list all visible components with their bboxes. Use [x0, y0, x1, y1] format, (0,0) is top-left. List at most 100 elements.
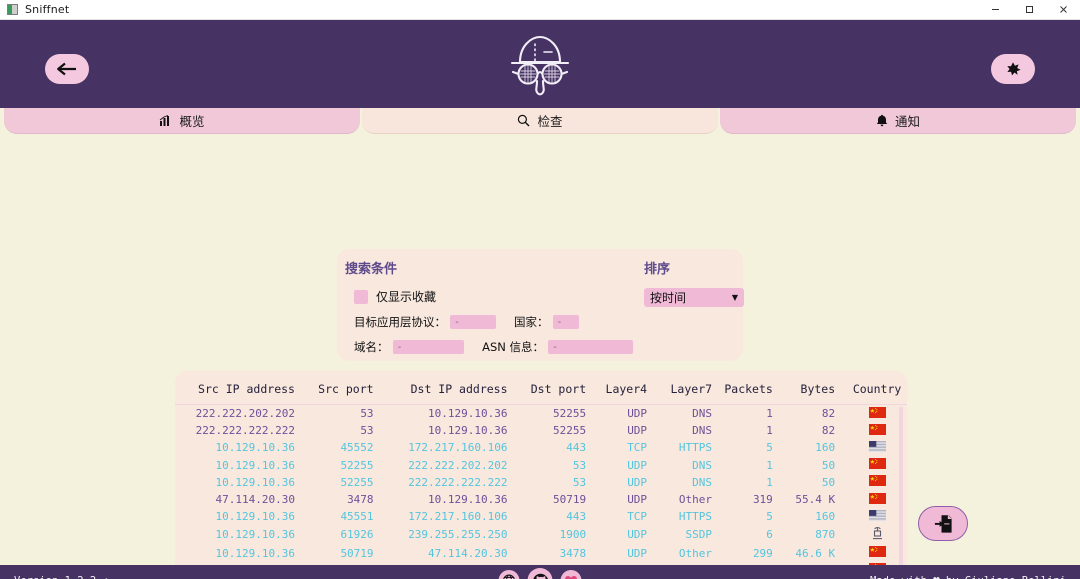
sort-selected-value: 按时间: [650, 291, 687, 305]
table-scroll-area[interactable]: Src IP address Src port Dst IP address D…: [175, 371, 907, 579]
col-header-packets[interactable]: Packets: [718, 371, 787, 405]
cell-bytes: 160: [815, 441, 836, 455]
table-row[interactable]: 47.114.20.30 3478 10.129.10.36 50719 UDP Othe…: [175, 491, 907, 508]
cell-src-port: 53: [360, 424, 374, 438]
cell-dst-port: 443: [566, 510, 587, 524]
col-header-layer7[interactable]: Layer7: [655, 371, 719, 405]
website-icon[interactable]: [498, 570, 520, 579]
cell-packets: 1: [766, 407, 773, 421]
cell-src-ip: 10.129.10.36: [215, 528, 295, 542]
close-button[interactable]: [1046, 0, 1080, 19]
back-button[interactable]: [45, 54, 89, 84]
save-to-file-icon: [934, 514, 952, 533]
cell-src-port: 45551: [340, 510, 374, 524]
table-row[interactable]: 222.222.222.222 53 10.129.10.36 52255 UDP DNS…: [175, 422, 907, 439]
col-header-src-ip[interactable]: Src IP address: [175, 371, 311, 405]
col-header-bytes[interactable]: Bytes: [786, 371, 848, 405]
table-row[interactable]: 10.129.10.36 52255 222.222.202.202 53 UDP DNS…: [175, 457, 907, 474]
tab-inspect-label: 检查: [537, 114, 563, 129]
export-to-file-button[interactable]: [918, 506, 968, 541]
cell-dst-port: 52255: [553, 424, 587, 438]
cell-layer7: DNS: [692, 458, 713, 472]
chart-icon: [159, 114, 172, 127]
app-protocol-input[interactable]: -: [450, 315, 496, 329]
table-row[interactable]: 10.129.10.36 50719 47.114.20.30 3478 UDP Othe…: [175, 545, 907, 562]
tab-inspect[interactable]: 检查: [362, 108, 718, 134]
asn-input[interactable]: -: [548, 340, 633, 354]
cell-src-ip: 10.129.10.36: [215, 475, 295, 489]
cell-src-port: 3478: [347, 493, 374, 507]
cell-src-port: 50719: [340, 546, 374, 560]
tab-notifications[interactable]: 通知: [720, 108, 1076, 134]
flag-cn-icon: [868, 406, 886, 418]
app-icon: [7, 4, 18, 15]
country-input[interactable]: -: [552, 315, 579, 329]
only-favorites-row[interactable]: 仅显示收藏: [354, 288, 633, 305]
window-controls: [978, 0, 1080, 19]
col-header-country[interactable]: Country: [847, 371, 907, 405]
cell-src-ip: 222.222.202.202: [195, 407, 295, 421]
cell-dst-port: 53: [572, 475, 587, 489]
settings-button[interactable]: [991, 54, 1035, 84]
tab-overview-label: 概览: [179, 114, 205, 129]
table-row[interactable]: 10.129.10.36 52255 222.222.222.222 53 UDP DNS…: [175, 474, 907, 491]
cell-src-port: 61926: [340, 528, 374, 542]
minimize-button[interactable]: [978, 0, 1012, 19]
cell-layer4: UDP: [627, 458, 648, 472]
maximize-button[interactable]: [1012, 0, 1046, 19]
cell-packets: 5: [766, 510, 773, 524]
table-scrollbar-thumb[interactable]: [899, 407, 903, 577]
cell-bytes: 50: [821, 475, 836, 489]
flag-cn-icon: [868, 492, 886, 504]
sort-title: 排序: [644, 262, 671, 277]
cell-layer7: Other: [678, 493, 713, 507]
tab-notifications-label: 通知: [894, 114, 920, 129]
footer-social-links: [498, 568, 582, 579]
cell-layer7: Other: [678, 546, 713, 560]
table-scrollbar[interactable]: [899, 407, 903, 579]
connections-table-card: Src IP address Src port Dst IP address D…: [175, 371, 907, 579]
cell-src-ip: 47.114.20.30: [215, 493, 295, 507]
cell-packets: 299: [752, 546, 773, 560]
github-icon[interactable]: [527, 568, 553, 579]
table-row[interactable]: 10.129.10.36 61926 239.255.255.250 1900 UDP S…: [175, 525, 907, 544]
domain-input[interactable]: -: [392, 340, 465, 354]
cell-bytes: 50: [821, 458, 836, 472]
sort-dropdown[interactable]: 按时间 ▼: [644, 288, 744, 307]
version-info: Version 1.2.2 ✔: [14, 575, 108, 579]
col-header-dst-ip[interactable]: Dst IP address: [387, 371, 524, 405]
flag-cn-icon: [868, 423, 886, 435]
cell-src-ip: 10.129.10.36: [215, 458, 295, 472]
search-conditions-section: 搜索条件 仅显示收藏 目标应用层协议： - 国家： - 域名： - ASN 信息…: [337, 249, 633, 361]
table-row[interactable]: 10.129.10.36 45552 172.217.160.106 443 TCP HT…: [175, 439, 907, 456]
cell-layer4: UDP: [627, 493, 648, 507]
cell-bytes: 55.4 K: [795, 493, 836, 507]
chevron-down-icon: ▼: [731, 293, 738, 302]
version-label: Version 1.2.2: [14, 575, 96, 579]
col-header-dst-port[interactable]: Dst port: [523, 371, 601, 405]
only-favorites-label: 仅显示收藏: [376, 290, 437, 304]
col-header-src-port[interactable]: Src port: [310, 371, 388, 405]
flag-cn-icon: [868, 475, 886, 487]
cell-src-port: 52255: [340, 475, 374, 489]
table-row[interactable]: 222.222.202.202 53 10.129.10.36 52255 UDP DNS…: [175, 405, 907, 423]
tab-overview[interactable]: 概览: [4, 108, 360, 134]
table-row[interactable]: 10.129.10.36 45551 172.217.160.106 443 TCP HT…: [175, 508, 907, 525]
cell-packets: 319: [752, 493, 773, 507]
cell-dst-port: 1900: [559, 528, 587, 542]
only-favorites-checkbox[interactable]: [354, 289, 368, 304]
cell-src-port: 52255: [340, 458, 374, 472]
sort-section: 排序 按时间 ▼: [633, 249, 744, 361]
cell-layer4: UDP: [627, 407, 648, 421]
cell-bytes: 82: [821, 424, 836, 438]
cell-dst-ip: 10.129.10.36: [428, 407, 508, 421]
cell-dst-ip: 172.217.160.106: [408, 441, 508, 455]
cell-layer4: UDP: [627, 424, 648, 438]
cell-bytes: 160: [815, 510, 836, 524]
cell-packets: 6: [766, 528, 773, 542]
cell-layer7: DNS: [692, 475, 713, 489]
sponsor-heart-icon[interactable]: [560, 570, 582, 579]
col-header-layer4[interactable]: Layer4: [600, 371, 656, 405]
app-header: [0, 20, 1080, 108]
app-protocol-label: 目标应用层协议：: [354, 315, 446, 329]
